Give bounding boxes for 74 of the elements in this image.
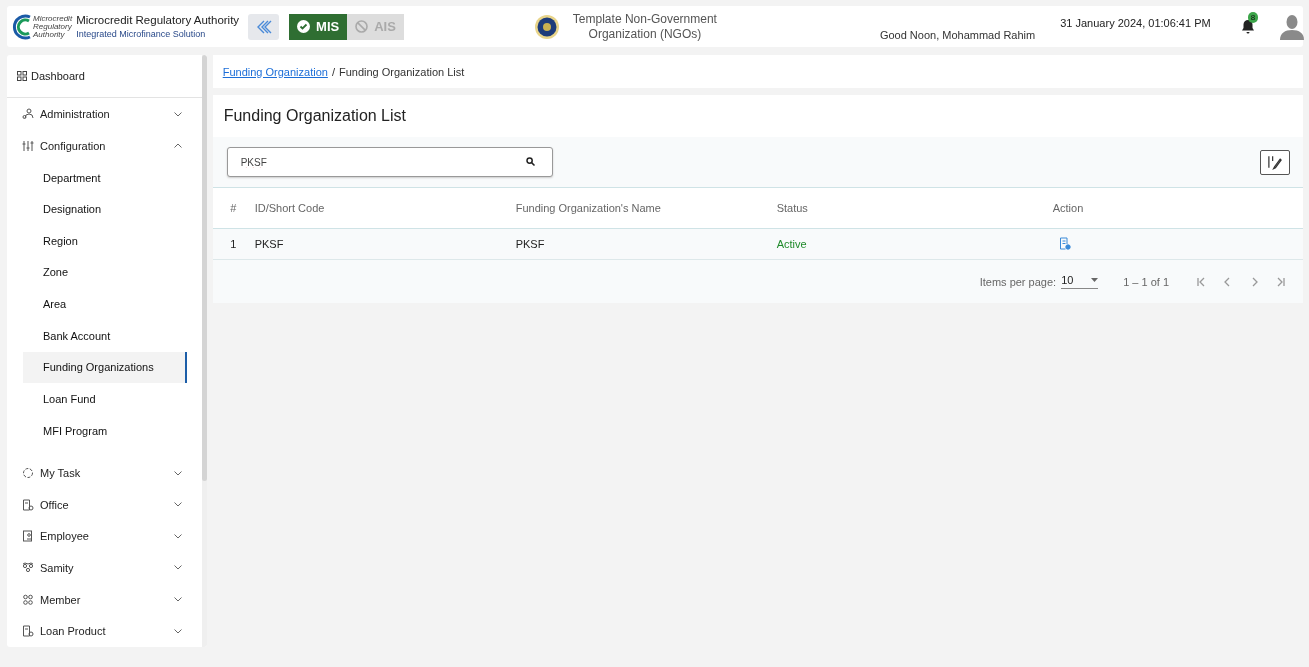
- org-name: Microcredit Regulatory Authority: [76, 14, 240, 26]
- menu-item[interactable]: Loan Fund: [23, 383, 185, 415]
- table-cell: PKSF: [253, 228, 515, 260]
- document-icon: [22, 625, 34, 638]
- view-document-icon[interactable]: [1058, 236, 1071, 250]
- menu-group[interactable]: Configuration: [7, 130, 202, 162]
- breadcrumb-link[interactable]: Funding Organization: [222, 65, 328, 78]
- double-chevron-left-icon: [255, 19, 272, 34]
- chevron-down-icon: [173, 628, 182, 634]
- users-icon: [22, 108, 34, 121]
- chevron-up-icon: [173, 143, 182, 149]
- breadcrumb-separator: /: [331, 65, 335, 78]
- logo-icon: [10, 12, 32, 41]
- search-field[interactable]: PKSF: [226, 147, 553, 177]
- check-circle-icon: [297, 20, 311, 33]
- page-range: 1 – 1 of 1: [1123, 275, 1169, 288]
- menu-item[interactable]: Zone: [23, 256, 185, 289]
- menu-item[interactable]: Region: [23, 225, 185, 257]
- dashboard-link[interactable]: Dashboard: [31, 69, 85, 82]
- menu-item[interactable]: Area: [23, 288, 185, 320]
- menu-item[interactable]: Funding Organizations: [23, 351, 187, 384]
- menu-item[interactable]: Bank Account: [23, 319, 185, 352]
- menu-group[interactable]: Member: [7, 583, 202, 616]
- bell-icon[interactable]: [1240, 18, 1255, 34]
- status-text: Active: [775, 228, 1037, 260]
- avatar-icon[interactable]: [1279, 13, 1304, 40]
- notification-badge: 8: [1247, 11, 1259, 23]
- table-cell: PKSF: [514, 228, 776, 260]
- collapse-button[interactable]: [248, 13, 280, 40]
- id-card-icon: [22, 530, 34, 543]
- breadcrumb-current: Funding Organization List: [338, 65, 465, 78]
- menu-group[interactable]: Administration: [7, 98, 202, 131]
- people-icon: [22, 593, 34, 606]
- menu-group[interactable]: Employee: [7, 520, 202, 553]
- greeting-text: Good Noon, Mohammad Rahim: [879, 29, 1036, 41]
- menu-group[interactable]: My Task: [7, 457, 202, 489]
- organization-name: Template Non-Government Organization (NGOs): [571, 11, 718, 42]
- document-icon: [22, 498, 34, 511]
- menu-group[interactable]: Loan Product: [7, 615, 202, 647]
- logo-text: Microcredit Regulatory Authority: [33, 14, 73, 39]
- column-header: #: [212, 187, 254, 229]
- seal-icon: [533, 13, 560, 40]
- grid-icon: [17, 70, 27, 81]
- menu-group[interactable]: Office: [7, 488, 202, 521]
- menu-item[interactable]: MFI Program: [23, 414, 185, 447]
- search-icon: [525, 157, 535, 166]
- column-header: Funding Organization's Name: [514, 187, 776, 229]
- circle-icon: [22, 467, 34, 480]
- scrollbar-thumb[interactable]: [201, 55, 207, 481]
- ban-icon: [355, 20, 369, 33]
- column-header: ID/Short Code: [253, 187, 515, 229]
- module-tab[interactable]: MIS: [289, 13, 348, 40]
- column-header: Status: [775, 187, 1037, 229]
- chevron-down-icon: [173, 565, 182, 571]
- group-icon: [22, 561, 34, 574]
- columns-pencil-icon: [1267, 154, 1283, 170]
- chevron-down-icon: [173, 111, 182, 117]
- caret-down-icon: [1091, 278, 1099, 282]
- chevron-down-icon: [173, 502, 182, 508]
- chevron-down-icon: [173, 533, 182, 539]
- menu-item[interactable]: Department: [23, 161, 185, 194]
- org-subtitle: Integrated Microfinance Solution: [76, 29, 207, 39]
- page-size-select[interactable]: 10: [1061, 274, 1099, 289]
- column-header: Action: [1036, 187, 1303, 229]
- date-time: 31 January 2024, 01:06:41 PM: [1060, 17, 1211, 29]
- menu-item[interactable]: Designation: [23, 193, 185, 225]
- sliders-icon: [22, 139, 34, 152]
- table-cell: 1: [212, 228, 254, 260]
- menu-group[interactable]: Samity: [7, 552, 202, 584]
- column-edit-button[interactable]: [1260, 149, 1290, 175]
- chevron-down-icon: [173, 470, 182, 476]
- items-per-page-label: Items per page:: [979, 275, 1057, 288]
- page-title: Funding Organization List: [223, 107, 406, 125]
- chevron-down-icon: [173, 597, 182, 603]
